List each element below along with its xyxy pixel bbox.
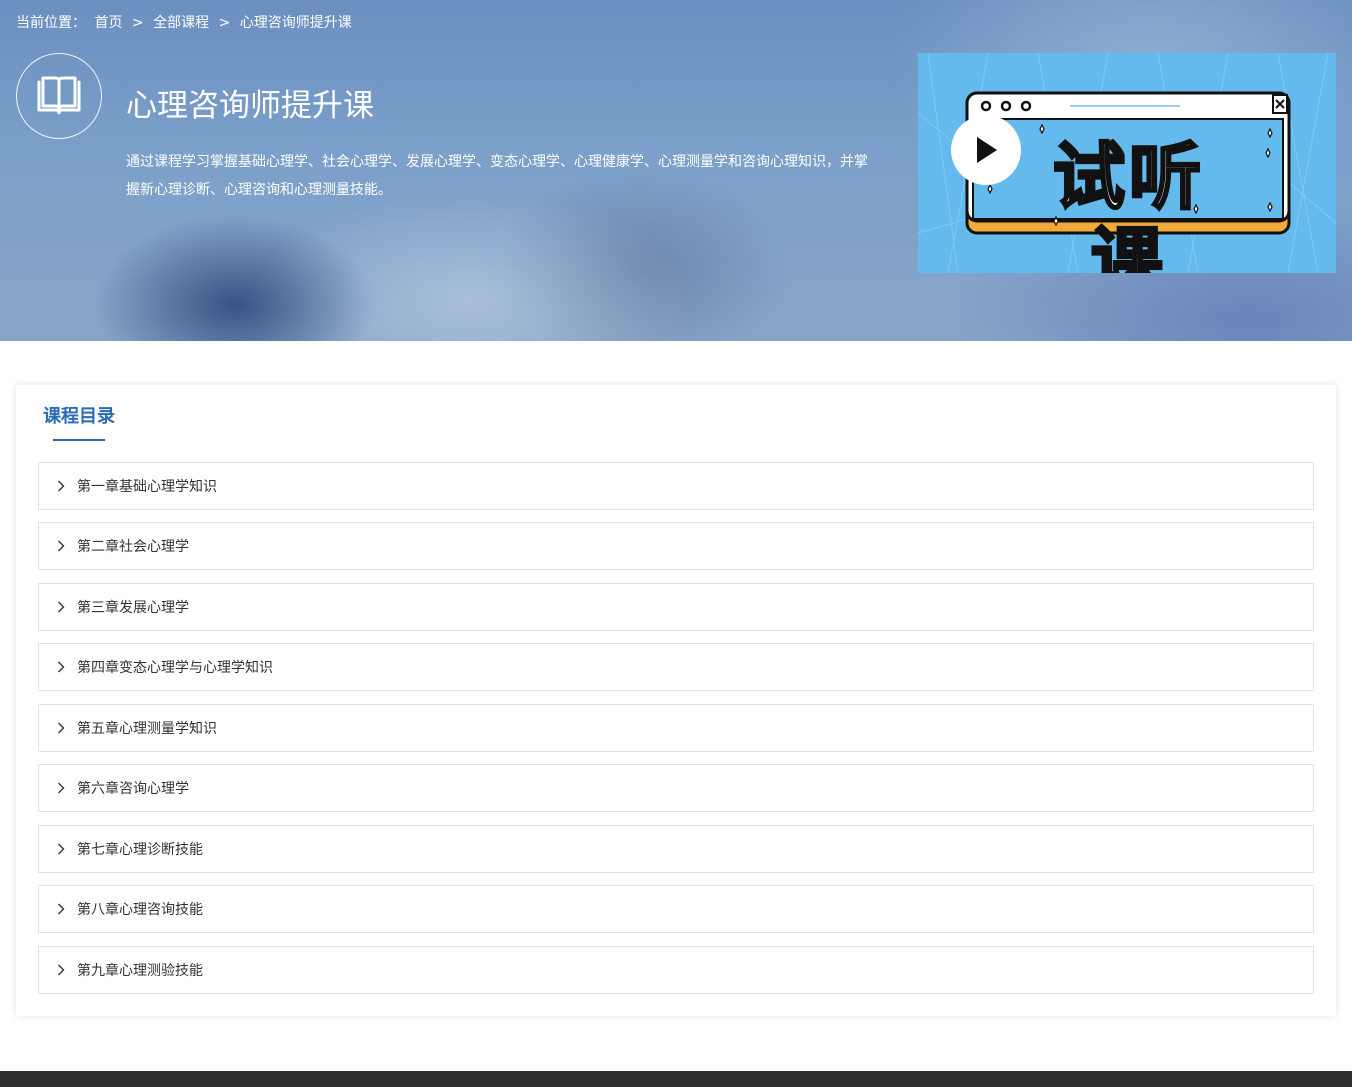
chapter-label: 第四章变态心理学与心理学知识 <box>77 660 273 676</box>
chapter-label: 第二章社会心理学 <box>77 539 189 555</box>
breadcrumb-prefix: 当前位置： <box>16 15 86 31</box>
chevron-right-icon <box>57 782 69 794</box>
chapter-item[interactable]: 第一章基础心理学知识 <box>38 462 1314 510</box>
chapter-item[interactable]: 第五章心理测量学知识 <box>38 704 1314 752</box>
chapter-label: 第八章心理咨询技能 <box>77 902 203 918</box>
catalog-title: 课程目录 <box>43 406 115 427</box>
play-icon <box>977 137 997 163</box>
trial-lesson-video[interactable]: 试听课 <box>918 53 1336 273</box>
chapter-item[interactable]: 第八章心理咨询技能 <box>38 885 1314 933</box>
chapter-label: 第一章基础心理学知识 <box>77 479 217 495</box>
chapter-label: 第三章发展心理学 <box>77 600 189 616</box>
chapter-item[interactable]: 第三章发展心理学 <box>38 583 1314 631</box>
page-footer <box>0 1071 1352 1087</box>
chevron-right-icon <box>57 540 69 552</box>
chapter-item[interactable]: 第二章社会心理学 <box>38 522 1314 570</box>
breadcrumb-current: 心理咨询师提升课 <box>239 15 352 31</box>
chevron-right-icon <box>57 964 69 976</box>
course-hero-banner: 当前位置： 首页 > 全部课程 > 心理咨询师提升课 心理咨询师提升课 通过课程… <box>0 0 1352 341</box>
course-catalog: 课程目录 第一章基础心理学知识 第二章社会心理学 第三章发展心理学 第四章变态心… <box>16 385 1336 1016</box>
trial-lesson-label: 试听课 <box>1051 134 1205 274</box>
chapter-item[interactable]: 第六章咨询心理学 <box>38 764 1314 812</box>
chapter-item[interactable]: 第九章心理测验技能 <box>38 946 1314 994</box>
chevron-right-icon <box>57 903 69 915</box>
breadcrumb-separator: > <box>218 15 231 31</box>
book-icon <box>37 76 81 115</box>
breadcrumb-all-courses-link[interactable]: 全部课程 <box>153 15 209 31</box>
chevron-right-icon <box>57 843 69 855</box>
chapter-label: 第六章咨询心理学 <box>77 781 189 797</box>
chevron-right-icon <box>57 601 69 613</box>
chapter-label: 第五章心理测量学知识 <box>77 721 217 737</box>
chapter-label: 第九章心理测验技能 <box>77 963 203 979</box>
chapter-item[interactable]: 第七章心理诊断技能 <box>38 825 1314 873</box>
chevron-right-icon <box>57 722 69 734</box>
breadcrumb-separator: > <box>131 15 144 31</box>
chapter-label: 第七章心理诊断技能 <box>77 842 203 858</box>
chevron-right-icon <box>57 661 69 673</box>
chevron-right-icon <box>57 480 69 492</box>
course-title: 心理咨询师提升课 <box>126 88 374 124</box>
chapter-item[interactable]: 第四章变态心理学与心理学知识 <box>38 643 1314 691</box>
breadcrumb: 当前位置： 首页 > 全部课程 > 心理咨询师提升课 <box>16 12 352 32</box>
course-icon-badge <box>16 53 102 139</box>
catalog-title-underline <box>53 439 105 441</box>
course-description: 通过课程学习掌握基础心理学、社会心理学、发展心理学、变态心理学、心理健康学、心理… <box>126 154 868 198</box>
breadcrumb-home-link[interactable]: 首页 <box>94 15 122 31</box>
play-button[interactable] <box>951 115 1021 185</box>
